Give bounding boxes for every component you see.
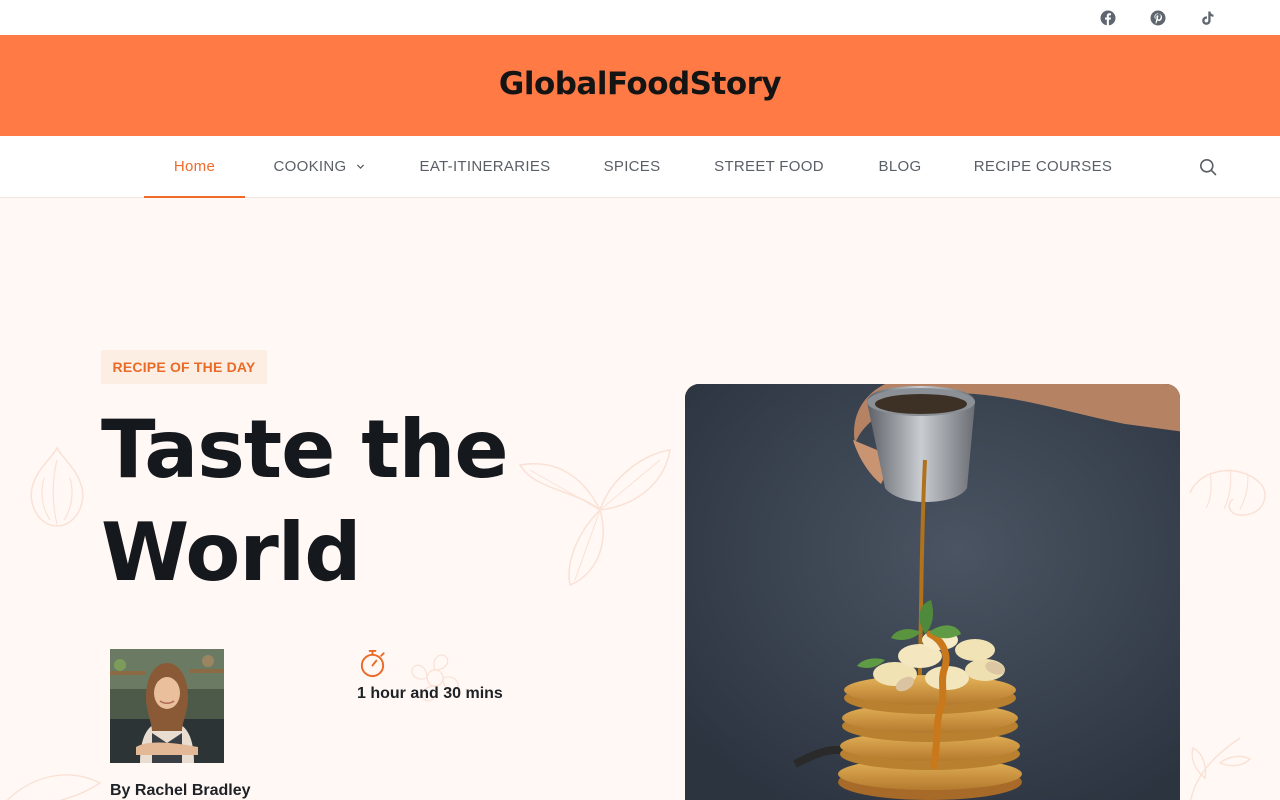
nav-item-eat-itineraries[interactable]: EAT-ITINERARIES — [410, 136, 560, 197]
search-icon[interactable] — [1199, 158, 1217, 176]
nav-item-label: BLOG — [878, 158, 922, 175]
recipe-of-the-day-badge: RECIPE OF THE DAY — [101, 350, 267, 384]
pinterest-icon[interactable] — [1149, 9, 1167, 27]
herb-sketch-icon — [1190, 737, 1252, 800]
shrimp-sketch-icon — [1189, 468, 1266, 516]
hero-title[interactable]: Taste the World — [101, 398, 621, 604]
cooking-duration: 1 hour and 30 mins — [357, 685, 503, 702]
author-avatar[interactable] — [110, 649, 224, 763]
tiktok-icon[interactable] — [1199, 9, 1217, 27]
nav-item-label: SPICES — [603, 158, 661, 175]
stopwatch-icon — [360, 649, 385, 678]
nav-item-label: RECIPE COURSES — [973, 158, 1113, 175]
top-bar — [0, 0, 1280, 35]
nav-item-spices[interactable]: SPICES — [592, 136, 672, 197]
nav-item-street-food[interactable]: STREET FOOD — [704, 136, 834, 197]
brand-header: GlobalFoodStory — [0, 35, 1280, 136]
nav-item-blog[interactable]: BLOG — [866, 136, 934, 197]
featured-recipe-image[interactable] — [685, 384, 1180, 800]
nav-item-label: EAT-ITINERARIES — [419, 158, 551, 175]
nav-item-cooking[interactable]: COOKING — [262, 136, 377, 197]
nav-item-home[interactable]: Home — [144, 136, 245, 198]
nav-item-recipe-courses[interactable]: RECIPE COURSES — [966, 136, 1120, 197]
site-logo-title[interactable]: GlobalFoodStory — [499, 66, 782, 102]
nav-item-label: COOKING — [273, 158, 347, 175]
leaf-sketch-icon — [6, 774, 102, 800]
nav-item-label: Home — [173, 158, 216, 175]
garlic-sketch-icon — [30, 446, 84, 527]
main-navigation: Home COOKING EAT-ITINERARIES SPICES STRE… — [0, 136, 1280, 198]
nav-item-label: STREET FOOD — [714, 158, 824, 175]
chevron-down-icon — [357, 164, 365, 170]
facebook-icon[interactable] — [1099, 9, 1117, 27]
author-name[interactable]: By Rachel Bradley — [110, 782, 251, 800]
